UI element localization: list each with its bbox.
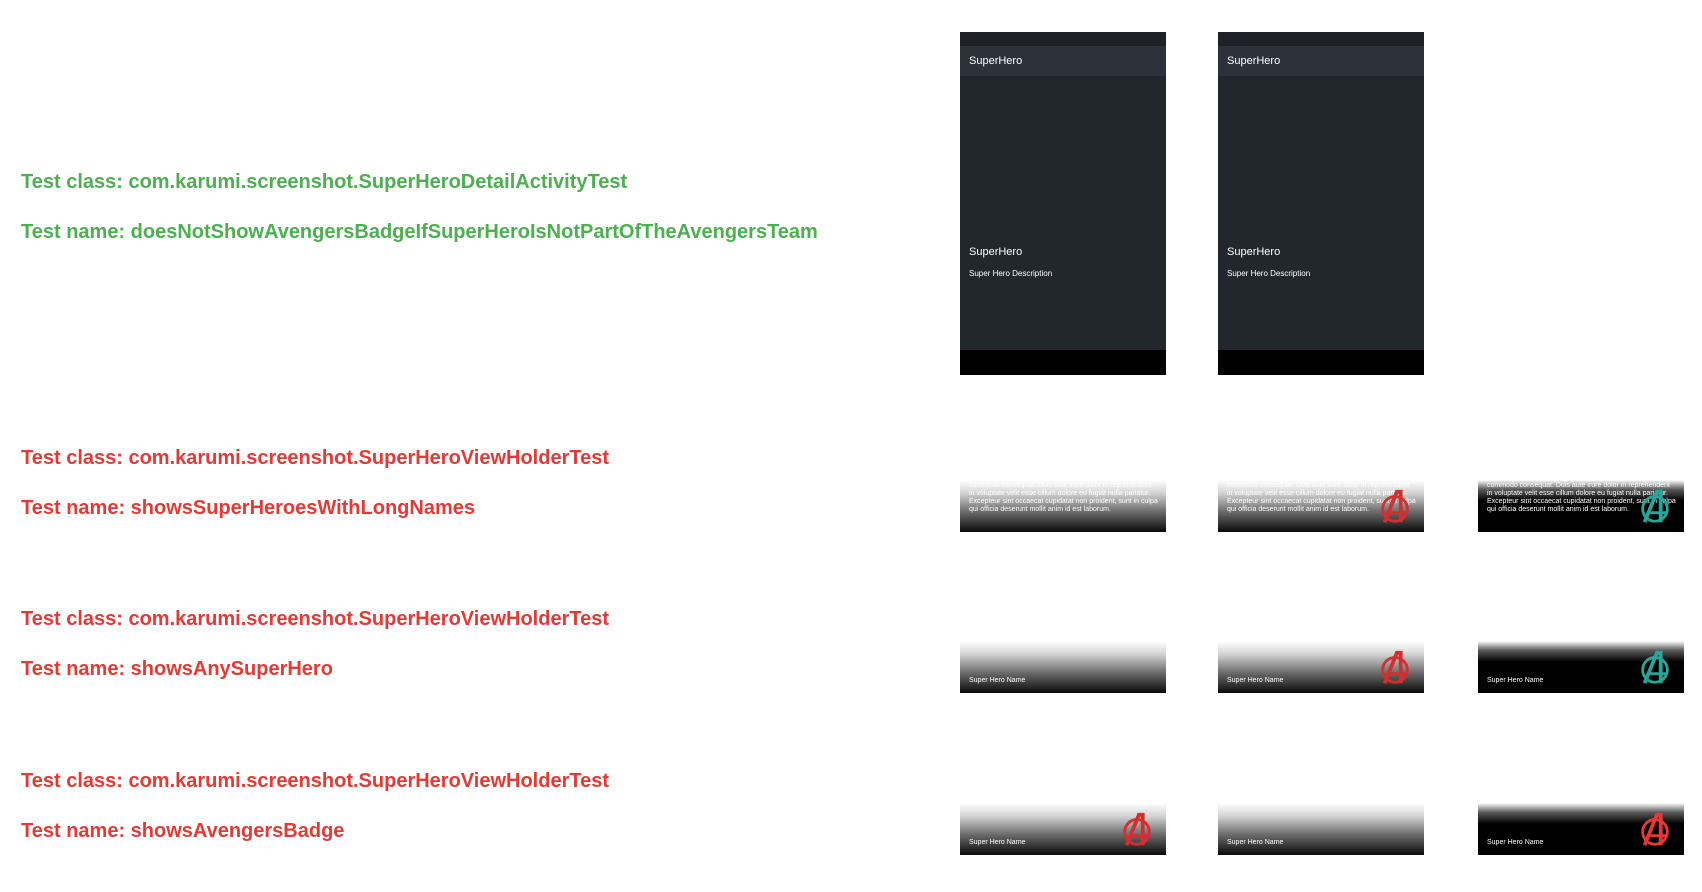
test-class-label: Test class: com.karumi.screenshot.SuperH… [21, 447, 609, 469]
hero-name: SuperHero [1227, 246, 1281, 258]
recorded-row-screenshot: commodo consequat. Duis aute irure dolor… [1218, 480, 1424, 532]
screenshot-test-report: Test class: com.karumi.screenshot.SuperH… [0, 0, 1702, 892]
test-class-label: Test class: com.karumi.screenshot.SuperH… [21, 770, 609, 792]
recorded-row-screenshot: Super Hero Name [1218, 641, 1424, 693]
hero-name: Super Hero Name [969, 677, 1026, 684]
hero-description: Super Hero Description [1227, 269, 1311, 278]
test-class-label: Test class: com.karumi.screenshot.SuperH… [21, 171, 628, 193]
test-name-label: Test name: showsSuperHeroesWithLongNames [21, 497, 475, 519]
expected-detail-screenshot: SuperHero SuperHero Super Hero Descripti… [960, 32, 1166, 375]
app-bar-title: SuperHero [969, 55, 1023, 67]
navigation-bar [960, 350, 1166, 375]
hero-name: SuperHero [969, 246, 1023, 258]
app-bar-title: SuperHero [1227, 55, 1281, 67]
recorded-detail-screenshot: SuperHero SuperHero Super Hero Descripti… [1218, 32, 1424, 375]
test-name-label: Test name: showsAvengersBadge [21, 820, 345, 842]
expected-row-screenshot: Super Hero Name [960, 803, 1166, 855]
test-class-label: Test class: com.karumi.screenshot.SuperH… [21, 608, 609, 630]
diff-row-screenshot: Super Hero Name [1478, 803, 1684, 855]
test-name-label: Test name: showsAnySuperHero [21, 658, 333, 680]
hero-name: Super Hero Name [1487, 839, 1544, 846]
hero-name: Super Hero Name [1227, 839, 1284, 846]
hero-name: Super Hero Name [1487, 677, 1544, 684]
status-bar [960, 32, 1166, 46]
avengers-badge-diff-icon [1641, 650, 1669, 684]
test-name-label: Test name: doesNotShowAvengersBadgeIfSup… [21, 221, 818, 243]
diff-row-screenshot: Super Hero Name [1478, 641, 1684, 693]
avengers-badge-diff-icon [1641, 489, 1669, 523]
hero-description: Super Hero Description [969, 269, 1053, 278]
avengers-badge-icon [1123, 812, 1151, 846]
hero-name: Super Hero Name [1227, 677, 1284, 684]
expected-row-screenshot: Super Hero Name [960, 641, 1166, 693]
avengers-badge-diff-icon [1641, 812, 1669, 846]
recorded-row-screenshot: Super Hero Name [1218, 803, 1424, 855]
navigation-bar [1218, 350, 1424, 375]
expected-row-screenshot: commodo consequat. Duis aute irure dolor… [960, 480, 1166, 532]
hero-long-name: commodo consequat. Duis aute irure dolor… [969, 482, 1158, 513]
avengers-badge-icon [1381, 650, 1409, 684]
status-bar [1218, 32, 1424, 46]
avengers-badge-icon [1381, 489, 1409, 523]
diff-row-screenshot: commodo consequat. Duis aute irure dolor… [1478, 480, 1684, 532]
hero-name: Super Hero Name [969, 839, 1026, 846]
